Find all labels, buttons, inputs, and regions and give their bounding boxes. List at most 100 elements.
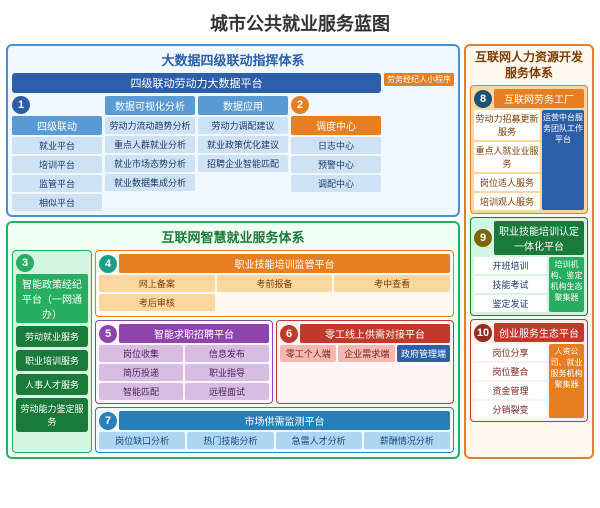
bigdata-inner: 1 四级联动 就业平台 培训平台 监管平台 相似平台 xyxy=(12,96,381,211)
policy-box: 3 智能政策经纪平台（一网通办） 劳动就业服务 职业培训服务 人事人才服务 劳动… xyxy=(12,250,92,453)
entrepreneur-left: 岗位分享 岗位整合 资金管理 分销裂变 xyxy=(474,344,547,418)
num-badge-7: 7 xyxy=(99,412,117,430)
num-badge-9: 9 xyxy=(474,229,492,247)
list-item: 热门技能分析 xyxy=(187,432,273,449)
list-item: 培训机构、鉴定机构生态聚集器 xyxy=(549,257,584,312)
list-item: 劳动力调配建议 xyxy=(198,117,288,134)
list-item: 培训观人服务 xyxy=(474,193,540,210)
online-title: 零工线上供需对接平台 xyxy=(300,324,450,343)
list-item: 人资公司、就业服务机构聚集器 xyxy=(549,344,584,418)
list-item: 信息发布 xyxy=(185,345,269,362)
hr-internet-title: 互联网人力资源开发服务体系 xyxy=(470,50,588,81)
num-badge-4: 4 xyxy=(99,255,117,273)
skill-cert-box: 9 职业技能培训认定一体化平台 开班培训 技能考试 鉴定发证 培训机构、鉴定机构… xyxy=(470,217,588,316)
list-item: 开班培训 xyxy=(474,257,547,274)
list-item: 重点人就业业服务 xyxy=(474,142,540,172)
skill-cert-left: 开班培训 技能考试 鉴定发证 xyxy=(474,257,547,312)
left-col-header: 四级联动 xyxy=(12,116,102,135)
skill-train-box: 4 职业技能培训监管平台 网上备案 考前报备 考中查看 考后审核 xyxy=(95,250,454,317)
internet-inner: 3 智能政策经纪平台（一网通办） 劳动就业服务 职业培训服务 人事人才服务 劳动… xyxy=(12,250,454,453)
num-badge-6: 6 xyxy=(280,325,298,343)
list-item: 分销裂变 xyxy=(474,401,547,418)
list-item: 重点人群就业分析 xyxy=(105,136,195,153)
bigdata-col-right: 数据应用 劳动力调配建议 就业政策优化建议 招聘企业智能匹配 xyxy=(198,96,288,211)
list-item: 职业指导 xyxy=(185,364,269,381)
entrepreneur-box: 10 创业服务生态平台 岗位分享 岗位整合 资金管理 分销裂变 人资公司、就业服… xyxy=(470,319,588,422)
center-col-header: 数据可视化分析 xyxy=(105,96,195,115)
skill-cert-right: 培训机构、鉴定机构生态聚集器 xyxy=(549,257,584,312)
labor-app-badge: 劳务经纪人小程序 xyxy=(384,73,454,86)
list-item: 就业市场态势分析 xyxy=(105,155,195,172)
skill-train-title: 职业技能培训监管平台 xyxy=(119,254,450,273)
list-item: 政府管理端 xyxy=(397,345,450,362)
list-item: 岗位整合 xyxy=(474,363,547,380)
list-item: 技能考试 xyxy=(474,276,547,293)
num-badge-2: 2 xyxy=(291,96,309,114)
num-badge-8: 8 xyxy=(474,90,492,108)
list-item: 简历投递 xyxy=(99,364,183,381)
right-section: 互联网人力资源开发服务体系 8 互联网劳务工厂 劳动力招募更新服务 重点人就业业… xyxy=(464,44,594,459)
internet-section: 互联网智慧就业服务体系 3 智能政策经纪平台（一网通办） 劳动就业服务 职业培训… xyxy=(6,221,460,459)
online-items: 零工个人端 企业需求端 政府管理端 xyxy=(280,345,450,362)
list-item: 远程面试 xyxy=(185,383,269,400)
online-left: 零工个人端 企业需求端 xyxy=(280,345,395,362)
list-item: 人事人才服务 xyxy=(16,374,88,395)
hr-factory-left: 劳动力招募更新服务 重点人就业业服务 岗位适人服务 培训观人服务 xyxy=(474,110,540,210)
bigdata-col-left: 1 四级联动 就业平台 培训平台 监管平台 相似平台 xyxy=(12,96,102,211)
list-item: 岗位缺口分析 xyxy=(99,432,185,449)
recruit-title: 智能求职招聘平台 xyxy=(119,324,269,343)
bigdata-col-center: 数据可视化分析 劳动力流动趋势分析 重点人群就业分析 就业市场态势分析 就业数据… xyxy=(105,96,195,211)
list-item: 就业数据集成分析 xyxy=(105,174,195,191)
list-item: 劳动就业服务 xyxy=(16,326,88,347)
page-title: 城市公共就业服务蓝图 xyxy=(0,0,600,44)
num-badge-3: 3 xyxy=(16,254,34,272)
hr-internet-box: 互联网人力资源开发服务体系 8 互联网劳务工厂 劳动力招募更新服务 重点人就业业… xyxy=(464,44,594,459)
recruit-online-row: 5 智能求职招聘平台 岗位收集 信息发布 简历投递 职业指导 智能匹配 远程面试 xyxy=(95,320,454,404)
num-badge-10: 10 xyxy=(474,324,492,342)
main-container: 大数据四级联动指挥体系 四级联动劳动力大数据平台 1 四级联动 就业平台 xyxy=(0,44,600,465)
cmd-center-label: 调度中心 xyxy=(291,116,381,135)
market-items: 岗位缺口分析 热门技能分析 急需人才分析 薪酬情况分析 xyxy=(99,432,450,449)
list-item: 日志中心 xyxy=(291,137,381,154)
online-box: 6 零工线上供需对接平台 零工个人端 企业需求端 政府管理端 xyxy=(276,320,454,404)
right-col-header: 数据应用 xyxy=(198,96,288,115)
hr-factory-right: 运营中台服务团队工作平台 xyxy=(542,110,584,210)
right-inner: 4 职业技能培训监管平台 网上备案 考前报备 考中查看 考后审核 xyxy=(95,250,454,453)
entrepreneur-right: 人资公司、就业服务机构聚集器 xyxy=(549,344,584,418)
list-item: 零工个人端 xyxy=(280,345,336,362)
list-item: 岗位适人服务 xyxy=(474,174,540,191)
list-item: 薪酬情况分析 xyxy=(364,432,450,449)
list-item: 培训平台 xyxy=(12,156,102,173)
skill-cert-title: 职业技能培训认定一体化平台 xyxy=(494,221,584,255)
list-item: 就业平台 xyxy=(12,137,102,154)
market-box: 7 市场供需监测平台 岗位缺口分析 热门技能分析 急需人才分析 薪酬情况分析 xyxy=(95,407,454,453)
entrepreneur-inner: 岗位分享 岗位整合 资金管理 分销裂变 人资公司、就业服务机构聚集器 xyxy=(474,344,584,418)
skill-cert-inner: 开班培训 技能考试 鉴定发证 培训机构、鉴定机构生态聚集器 xyxy=(474,257,584,312)
num-badge-5: 5 xyxy=(99,325,117,343)
list-item: 网上备案 xyxy=(99,275,215,292)
policy-items: 劳动就业服务 职业培训服务 人事人才服务 劳动能力鉴定服务 xyxy=(16,326,88,432)
list-item: 运营中台服务团队工作平台 xyxy=(542,110,584,210)
market-title: 市场供需监测平台 xyxy=(119,411,450,430)
hr-factory-title: 互联网劳务工厂 xyxy=(494,89,584,108)
platform-title: 四级联动劳动力大数据平台 xyxy=(12,73,381,93)
list-item: 岗位分享 xyxy=(474,344,547,361)
policy-title: 智能政策经纪平台（一网通办） xyxy=(16,274,88,323)
list-item: 就业政策优化建议 xyxy=(198,136,288,153)
cmd-items: 日志中心 预警中心 调配中心 xyxy=(291,137,381,192)
list-item: 相似平台 xyxy=(12,194,102,211)
list-item: 考前报备 xyxy=(217,275,333,292)
list-item: 监管平台 xyxy=(12,175,102,192)
bigdata-col-dispatch: 2 调度中心 日志中心 预警中心 调配中心 xyxy=(291,96,381,211)
bigdata-section: 大数据四级联动指挥体系 四级联动劳动力大数据平台 1 四级联动 就业平台 xyxy=(6,44,460,217)
list-item: 职业培训服务 xyxy=(16,350,88,371)
list-item: 急需人才分析 xyxy=(276,432,362,449)
list-item: 考后审核 xyxy=(99,294,215,311)
list-item: 鉴定发证 xyxy=(474,295,547,312)
recruit-items: 岗位收集 信息发布 简历投递 职业指导 智能匹配 远程面试 xyxy=(99,345,269,400)
skill-train-items: 网上备案 考前报备 考中查看 考后审核 xyxy=(99,275,450,311)
list-item: 资金管理 xyxy=(474,382,547,399)
entrepreneur-title: 创业服务生态平台 xyxy=(494,323,584,342)
list-item: 岗位收集 xyxy=(99,345,183,362)
list-item: 劳动力流动趋势分析 xyxy=(105,117,195,134)
